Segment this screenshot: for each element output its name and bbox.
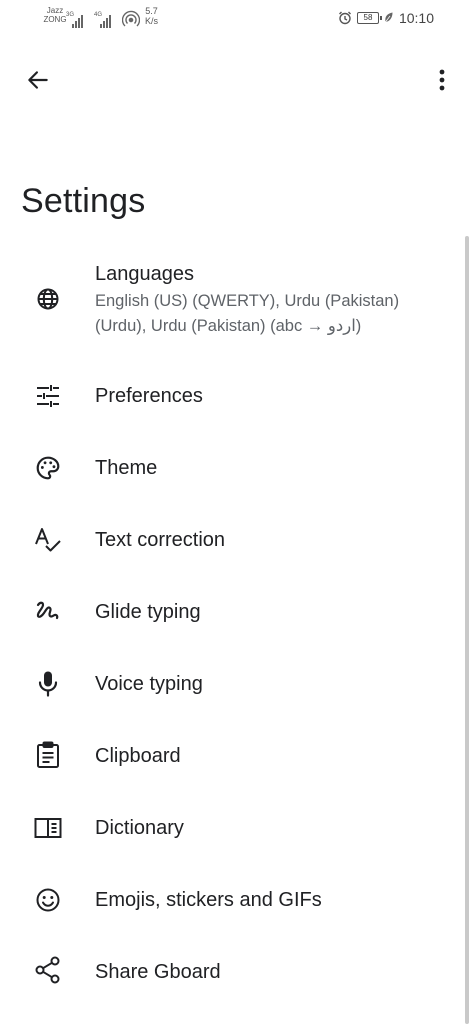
settings-item-label: Text correction xyxy=(95,529,226,551)
settings-item-label: Emojis, stickers and GIFs xyxy=(95,889,322,911)
settings-item-label: Dictionary xyxy=(95,817,184,839)
settings-item-preferences[interactable]: Preferences xyxy=(0,364,460,428)
settings-item-dictionary[interactable]: Dictionary xyxy=(0,796,460,860)
tune-icon xyxy=(33,381,63,411)
settings-item-glide-typing[interactable]: Glide typing xyxy=(0,580,460,644)
alarm-icon xyxy=(338,11,352,25)
clipboard-icon xyxy=(33,740,63,770)
clock: 10:10 xyxy=(398,10,434,26)
more-vert-icon xyxy=(439,69,445,91)
settings-item-label: Clipboard xyxy=(95,745,181,767)
sim2-signal-icon: 4G xyxy=(94,12,116,28)
settings-item-label: Theme xyxy=(95,457,158,479)
mic-icon xyxy=(33,669,63,699)
settings-item-text-correction[interactable]: Text correction xyxy=(0,508,460,572)
globe-icon xyxy=(33,284,63,314)
settings-item-label: Languages xyxy=(95,263,194,285)
settings-item-clipboard[interactable]: Clipboard xyxy=(0,724,460,788)
settings-item-label: Glide typing xyxy=(95,601,201,623)
back-button[interactable] xyxy=(22,64,54,96)
book-icon xyxy=(33,813,63,843)
spellcheck-icon xyxy=(33,525,63,555)
battery-icon: 58 xyxy=(356,12,382,24)
page-title: Settings xyxy=(21,182,146,220)
signal-indicators: 3G 4G xyxy=(66,8,140,28)
gesture-icon xyxy=(33,597,63,627)
arrow-back-icon xyxy=(28,71,48,89)
settings-item-voice-typing[interactable]: Voice typing xyxy=(0,652,460,716)
palette-icon xyxy=(33,453,63,483)
sim1-signal-icon: 3G xyxy=(66,12,88,28)
settings-item-label: Preferences xyxy=(95,385,203,407)
settings-item-emojis[interactable]: Emojis, stickers and GIFs xyxy=(0,868,460,932)
settings-item-sublabel: English (US) (QWERTY), Urdu (Pakistan) (… xyxy=(95,292,400,335)
settings-item-label: Share Gboard xyxy=(95,961,221,983)
emoji-icon xyxy=(33,885,63,915)
more-options-button[interactable] xyxy=(428,64,456,96)
settings-item-theme[interactable]: Theme xyxy=(0,436,460,500)
carrier-1: Jazz xyxy=(46,6,64,15)
settings-item-languages[interactable]: Languages English (US) (QWERTY), Urdu (P… xyxy=(0,258,460,350)
scrollbar[interactable] xyxy=(465,236,469,1024)
wifi-hotspot-icon xyxy=(122,10,140,28)
share-icon xyxy=(33,955,63,985)
network-speed: 5.7 K/s xyxy=(145,6,159,26)
settings-item-label: Voice typing xyxy=(95,673,203,695)
settings-item-share-gboard[interactable]: Share Gboard xyxy=(0,940,460,1004)
status-bar: Jazz ZONG 3G 4G 5.7 K/s 58 10:10 xyxy=(0,0,472,38)
leaf-icon xyxy=(384,12,394,24)
